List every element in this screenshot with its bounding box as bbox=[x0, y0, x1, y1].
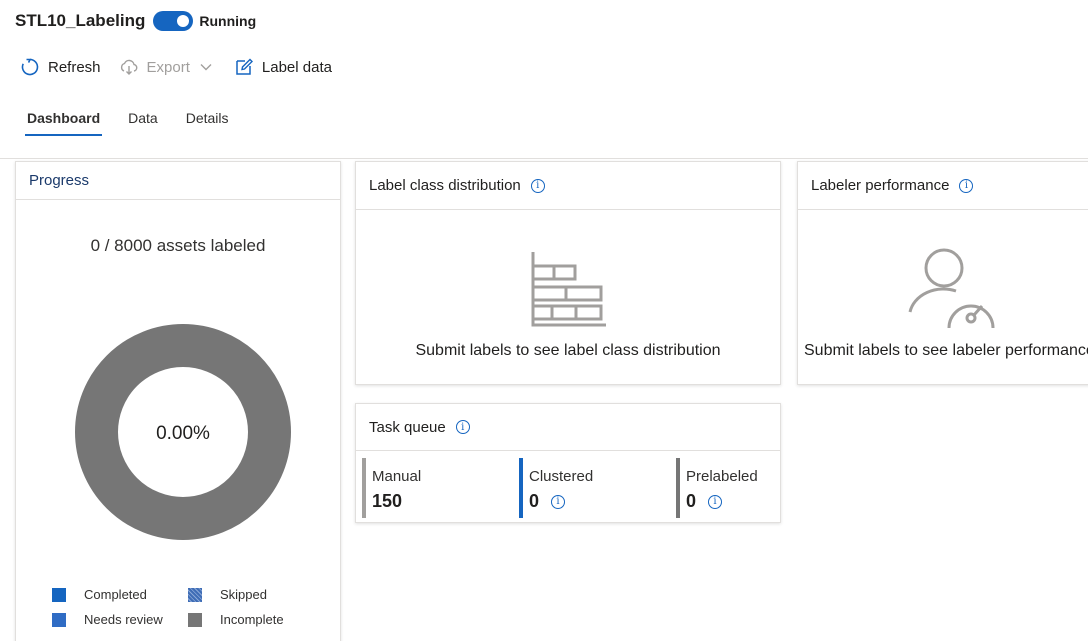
export-button[interactable]: Export bbox=[119, 57, 216, 77]
queue-value: 150 bbox=[372, 491, 403, 511]
queue-label: Prelabeled bbox=[686, 468, 758, 485]
info-icon[interactable]: i bbox=[530, 178, 545, 193]
refresh-button[interactable]: Refresh bbox=[20, 57, 101, 77]
task-queue-title: Task queue bbox=[369, 418, 446, 436]
label-class-distribution-title: Label class distribution bbox=[369, 177, 521, 194]
tab-dashboard[interactable]: Dashboard bbox=[15, 106, 112, 136]
label-class-distribution-card: Label class distribution i Submit labels… bbox=[355, 161, 781, 385]
progress-card: Progress 0 / 8000 assets labeled 0.00% C… bbox=[15, 161, 341, 641]
task-queue-header: Task queue i bbox=[356, 404, 780, 451]
label-class-distribution-header: Label class distribution i bbox=[356, 162, 780, 210]
legend-item-needs-review: Needs review bbox=[52, 612, 188, 627]
legend-swatch-skipped bbox=[188, 587, 202, 602]
legend-label: Incomplete bbox=[220, 612, 284, 627]
labeler-performance-title: Labeler performance bbox=[811, 177, 950, 194]
progress-donut-chart: 0.00% bbox=[75, 324, 291, 540]
tabs-divider bbox=[0, 158, 1088, 159]
toolbar: Refresh Export Label data bbox=[20, 54, 350, 80]
donut-percent-text: 0.00% bbox=[156, 423, 210, 444]
queue-value-manual: 150 bbox=[372, 491, 421, 512]
toggle-knob bbox=[177, 15, 190, 27]
person-gauge-icon bbox=[908, 248, 995, 329]
label-class-distribution-empty-text: Submit labels to see label class distrib… bbox=[415, 342, 721, 359]
queue-item-clustered: Clustered 0i bbox=[519, 458, 593, 518]
legend-swatch-completed bbox=[52, 587, 66, 602]
label-data-button[interactable]: Label data bbox=[234, 57, 332, 77]
progress-card-title: Progress bbox=[16, 162, 340, 200]
assets-labeled-text: 0 / 8000 assets labeled bbox=[90, 236, 266, 255]
labeler-performance-header: Labeler performance i bbox=[798, 162, 1088, 210]
info-icon[interactable]: i bbox=[959, 178, 974, 193]
queue-bar-manual bbox=[362, 458, 366, 518]
task-queue-card: Task queue i Manual 150 Clustered 0i Pre… bbox=[355, 403, 781, 523]
status-label: Running bbox=[199, 13, 257, 29]
queue-item-manual: Manual 150 bbox=[362, 458, 421, 518]
legend-label: Skipped bbox=[220, 587, 267, 602]
running-toggle[interactable] bbox=[153, 11, 194, 31]
refresh-label: Refresh bbox=[48, 58, 101, 76]
bar-chart-placeholder-icon bbox=[531, 252, 606, 327]
queue-value: 0 bbox=[529, 491, 540, 511]
legend-swatch-needs-review bbox=[52, 612, 66, 627]
chevron-down-icon bbox=[196, 57, 216, 77]
export-label: Export bbox=[146, 58, 190, 76]
refresh-icon bbox=[20, 57, 40, 77]
header: STL10_Labeling Running bbox=[15, 8, 256, 34]
edit-icon bbox=[234, 57, 254, 77]
labeler-performance-card: Labeler performance i Submit labels to s… bbox=[797, 161, 1088, 385]
labeler-performance-empty-text: Submit labels to see labeler performance bbox=[804, 342, 1088, 359]
legend-label: Completed bbox=[84, 587, 147, 602]
legend-item-skipped: Skipped bbox=[188, 587, 308, 602]
legend-item-completed: Completed bbox=[52, 587, 188, 602]
legend-swatch-incomplete bbox=[188, 612, 202, 627]
info-icon[interactable]: i bbox=[455, 420, 470, 434]
queue-label: Clustered bbox=[529, 468, 594, 485]
queue-value-prelabeled: 0i bbox=[686, 491, 758, 512]
queue-label: Manual bbox=[372, 468, 422, 485]
queue-value-clustered: 0i bbox=[529, 491, 593, 512]
tab-bar: Dashboard Data Details bbox=[15, 106, 245, 136]
label-data-label: Label data bbox=[261, 58, 332, 76]
queue-item-prelabeled: Prelabeled 0i bbox=[676, 458, 758, 518]
progress-legend: Completed Skipped Needs review Incomplet… bbox=[52, 587, 312, 627]
legend-item-incomplete: Incomplete bbox=[188, 612, 308, 627]
legend-label: Needs review bbox=[84, 612, 163, 627]
info-icon[interactable]: i bbox=[708, 494, 723, 509]
queue-value: 0 bbox=[686, 491, 697, 511]
info-icon[interactable]: i bbox=[551, 494, 566, 509]
queue-bar-prelabeled bbox=[676, 458, 680, 518]
cloud-download-icon bbox=[119, 57, 139, 77]
project-title: STL10_Labeling bbox=[15, 11, 146, 30]
queue-bar-clustered bbox=[519, 458, 523, 518]
tab-details[interactable]: Details bbox=[174, 106, 241, 136]
tab-data[interactable]: Data bbox=[116, 106, 170, 136]
